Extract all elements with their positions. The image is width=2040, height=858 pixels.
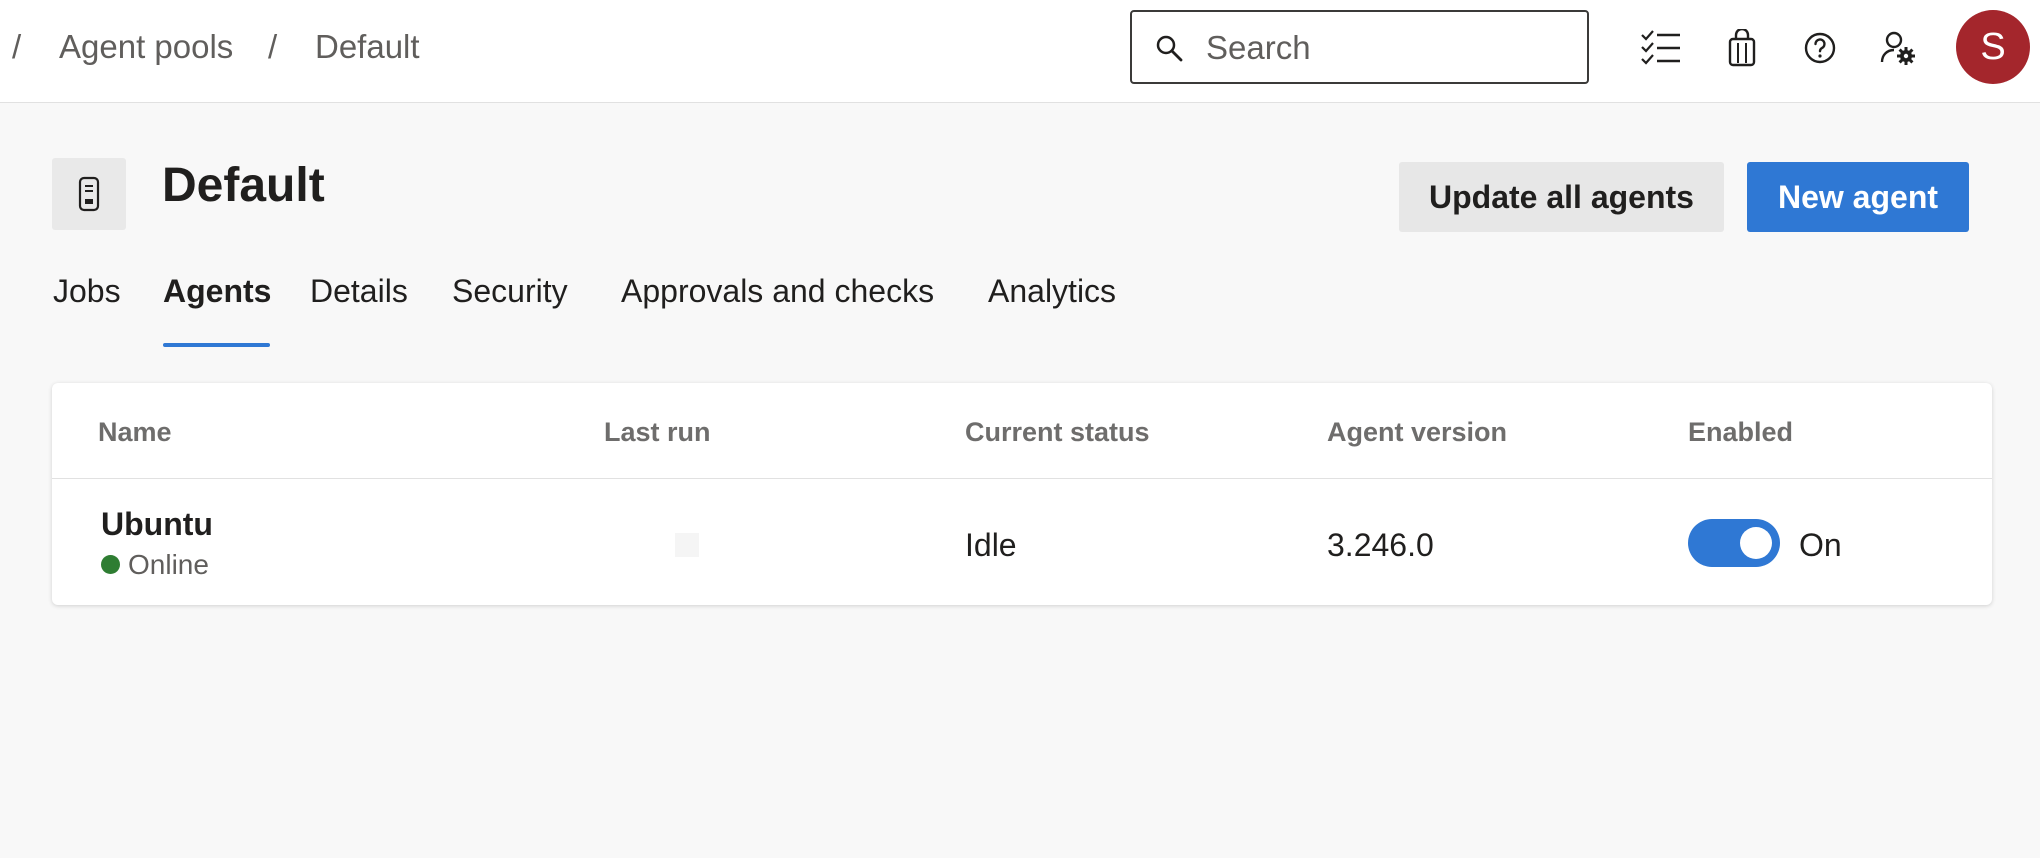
breadcrumb-default[interactable]: Default bbox=[315, 28, 420, 66]
active-tab-indicator bbox=[163, 343, 270, 347]
tab-analytics[interactable]: Analytics bbox=[988, 273, 1116, 310]
search-box[interactable] bbox=[1130, 10, 1589, 84]
online-status-icon bbox=[101, 555, 120, 574]
breadcrumb-separator: / bbox=[12, 28, 22, 65]
column-header-last-run[interactable]: Last run bbox=[604, 417, 711, 448]
agent-pool-icon bbox=[52, 158, 126, 230]
agents-table: Name Last run Current status Agent versi… bbox=[52, 383, 1992, 605]
column-header-agent-version[interactable]: Agent version bbox=[1327, 417, 1507, 448]
new-agent-button[interactable]: New agent bbox=[1747, 162, 1969, 232]
breadcrumb-agent-pools[interactable]: Agent pools bbox=[59, 28, 233, 66]
shopping-bag-icon[interactable] bbox=[1720, 26, 1764, 70]
enabled-toggle[interactable] bbox=[1688, 519, 1780, 567]
checklist-icon[interactable] bbox=[1639, 26, 1683, 70]
search-input[interactable] bbox=[1206, 26, 1566, 70]
column-header-enabled[interactable]: Enabled bbox=[1688, 417, 1793, 448]
column-header-current-status[interactable]: Current status bbox=[965, 417, 1150, 448]
column-header-name[interactable]: Name bbox=[98, 417, 172, 448]
avatar[interactable]: S bbox=[1956, 10, 2030, 84]
agent-connection-status: Online bbox=[128, 549, 209, 580]
tab-jobs[interactable]: Jobs bbox=[53, 273, 121, 310]
tab-approvals-and-checks[interactable]: Approvals and checks bbox=[621, 273, 934, 310]
tab-details[interactable]: Details bbox=[310, 273, 408, 310]
top-bar: / Agent pools / Default S bbox=[0, 0, 2040, 103]
agent-name[interactable]: Ubuntu bbox=[101, 506, 213, 543]
current-status: Idle bbox=[965, 527, 1017, 563]
header-divider bbox=[52, 478, 1992, 479]
help-icon[interactable] bbox=[1798, 26, 1842, 70]
last-run-placeholder bbox=[675, 533, 699, 557]
breadcrumb-separator: / bbox=[268, 28, 278, 65]
enabled-toggle-label: On bbox=[1799, 527, 1842, 563]
search-icon bbox=[1154, 33, 1184, 63]
update-all-agents-button[interactable]: Update all agents bbox=[1399, 162, 1724, 232]
page-title: Default bbox=[162, 159, 325, 212]
agent-version: 3.246.0 bbox=[1327, 527, 1434, 563]
toggle-knob bbox=[1740, 527, 1772, 559]
user-settings-icon[interactable] bbox=[1876, 26, 1920, 70]
tab-security[interactable]: Security bbox=[452, 273, 568, 310]
tab-agents[interactable]: Agents bbox=[163, 273, 271, 310]
